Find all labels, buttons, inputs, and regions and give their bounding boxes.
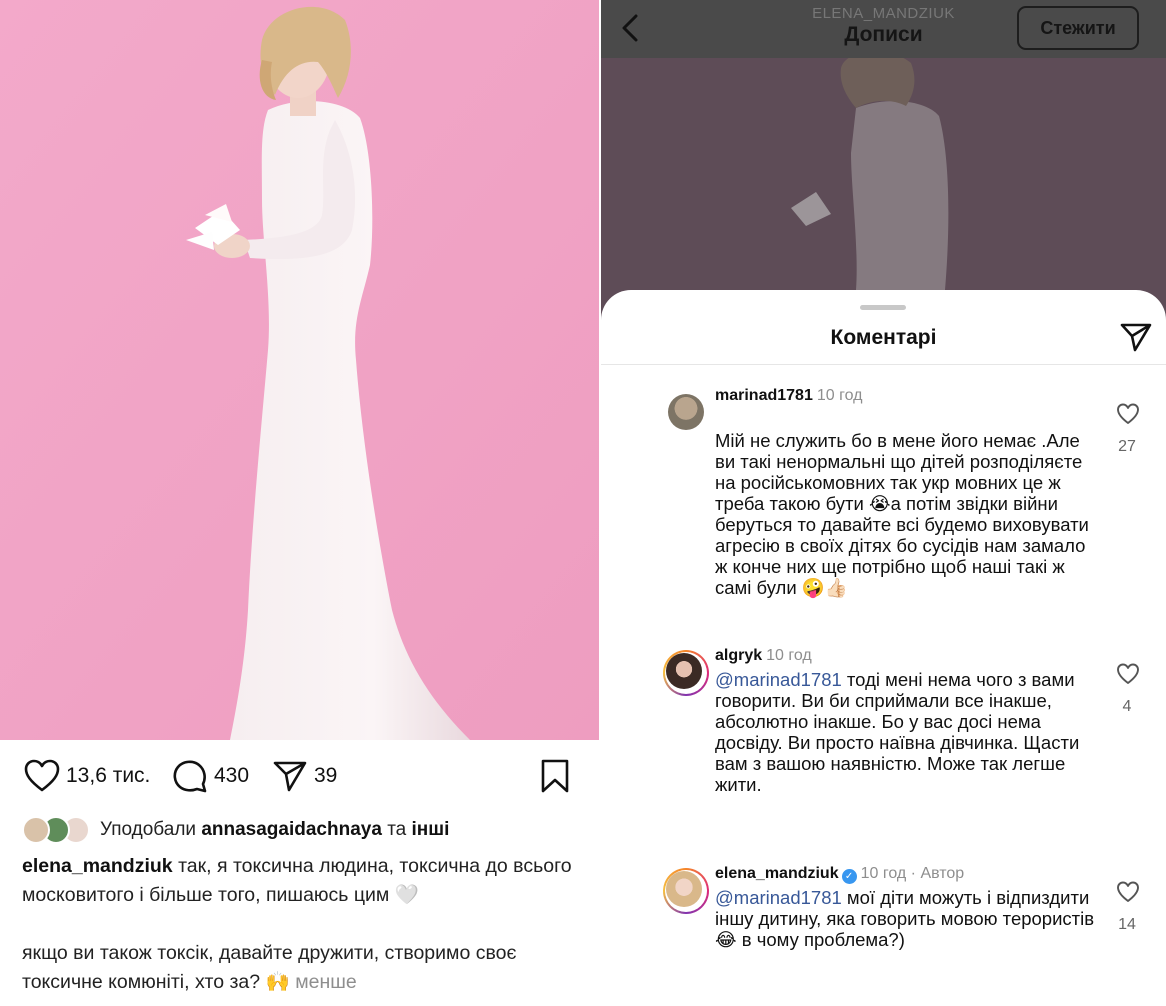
caption-paragraph: якщо ви також токсік, давайте дружити, с… — [22, 939, 587, 997]
avatar — [666, 871, 702, 907]
comment-text: @marinad1781 мої діти можуть і відпиздит… — [715, 887, 1100, 950]
bookmark-icon[interactable] — [540, 759, 570, 793]
post-action-bar: 13,6 тис. 430 39 — [0, 748, 599, 804]
comment-meta: algryk 10 год — [715, 647, 812, 665]
comment-username-link[interactable]: marinad1781 — [715, 387, 813, 404]
comment-time: 10 год · Автор — [860, 865, 965, 882]
comment-text: Мій не служить бо в мене його немає .Але… — [715, 409, 1100, 598]
caption-text: якщо ви також токсік, давайте дружити, с… — [22, 942, 517, 993]
send-icon[interactable] — [1120, 322, 1152, 357]
comment-username-link[interactable]: algryk — [715, 647, 762, 664]
like-action[interactable]: 13,6 тис. — [24, 756, 150, 796]
post-caption: elena_mandziuk так, я токсична людина, т… — [22, 852, 587, 997]
comment-like-count: 27 — [1118, 438, 1136, 455]
caption-paragraph: elena_mandziuk так, я токсична людина, т… — [22, 852, 587, 910]
woman-in-white-dress-photo — [0, 0, 599, 740]
comment-meta: elena_mandziuk ✓ 10 год · Автор — [715, 865, 964, 884]
liked-by-user-link[interactable]: annasagaidachnaya — [201, 819, 382, 840]
comment-action[interactable]: 430 — [172, 756, 249, 796]
story-ring[interactable] — [663, 868, 709, 914]
posts-header: ELENA_MANDZIUK Дописи Стежити — [601, 0, 1166, 58]
sheet-drag-handle[interactable] — [860, 305, 906, 310]
divider — [601, 364, 1166, 365]
comment-meta: marinad1781 10 год — [715, 387, 862, 405]
liked-by-prefix: Уподобали — [100, 819, 197, 840]
verified-badge-icon: ✓ — [841, 869, 857, 884]
post-panel: 13,6 тис. 430 39 Уподобали annasagaidach… — [0, 0, 599, 1006]
caption-username-link[interactable]: elena_mandziuk — [22, 855, 173, 877]
liked-by-row[interactable]: Уподобали annasagaidachnaya та інші — [22, 814, 449, 846]
sheet-title: Коментарі — [830, 326, 937, 349]
liked-by-and: та — [387, 819, 407, 840]
like-count: 13,6 тис. — [66, 764, 151, 787]
comment-like-count: 14 — [1118, 916, 1136, 933]
heart-icon[interactable] — [24, 759, 60, 793]
dimmed-post-photo — [601, 51, 1166, 318]
share-icon[interactable] — [272, 759, 308, 793]
comment-count: 430 — [214, 764, 250, 787]
heart-icon[interactable] — [1116, 663, 1140, 690]
comment-text-content: Мій не служить бо в мене його немає .Але… — [715, 430, 1089, 598]
post-photo[interactable] — [0, 0, 599, 740]
avatar — [666, 653, 702, 689]
comment-like-count: 4 — [1122, 698, 1132, 715]
liked-by-others-link[interactable]: інші — [412, 819, 450, 840]
comment-username-link[interactable]: elena_mandziuk — [715, 865, 839, 882]
comment-time: 10 год — [816, 387, 863, 404]
comments-sheet: Коментарі marinad1781 10 год Мій не служи… — [601, 290, 1166, 1006]
liked-by-text: Уподобали annasagaidachnaya та інші — [100, 819, 449, 841]
mention-link[interactable]: @marinad1781 — [715, 669, 842, 690]
heart-icon[interactable] — [1116, 403, 1140, 430]
comments-screen: ELENA_MANDZIUK Дописи Стежити Коментарі … — [601, 0, 1166, 1006]
bookmark-action[interactable] — [540, 756, 570, 796]
follow-button[interactable]: Стежити — [1017, 6, 1139, 50]
share-count: 39 — [314, 764, 338, 787]
share-action[interactable]: 39 — [272, 756, 337, 796]
heart-icon[interactable] — [1116, 881, 1140, 908]
comment-icon[interactable] — [172, 759, 208, 793]
avatar — [22, 816, 50, 844]
comment-text: @marinad1781 тоді мені нема чого з вами … — [715, 669, 1100, 795]
comment-time: 10 год — [766, 647, 812, 664]
mention-link[interactable]: @marinad1781 — [715, 887, 842, 908]
story-ring[interactable] — [663, 650, 709, 696]
avatar[interactable] — [668, 394, 704, 430]
show-less-link[interactable]: менше — [295, 971, 357, 993]
